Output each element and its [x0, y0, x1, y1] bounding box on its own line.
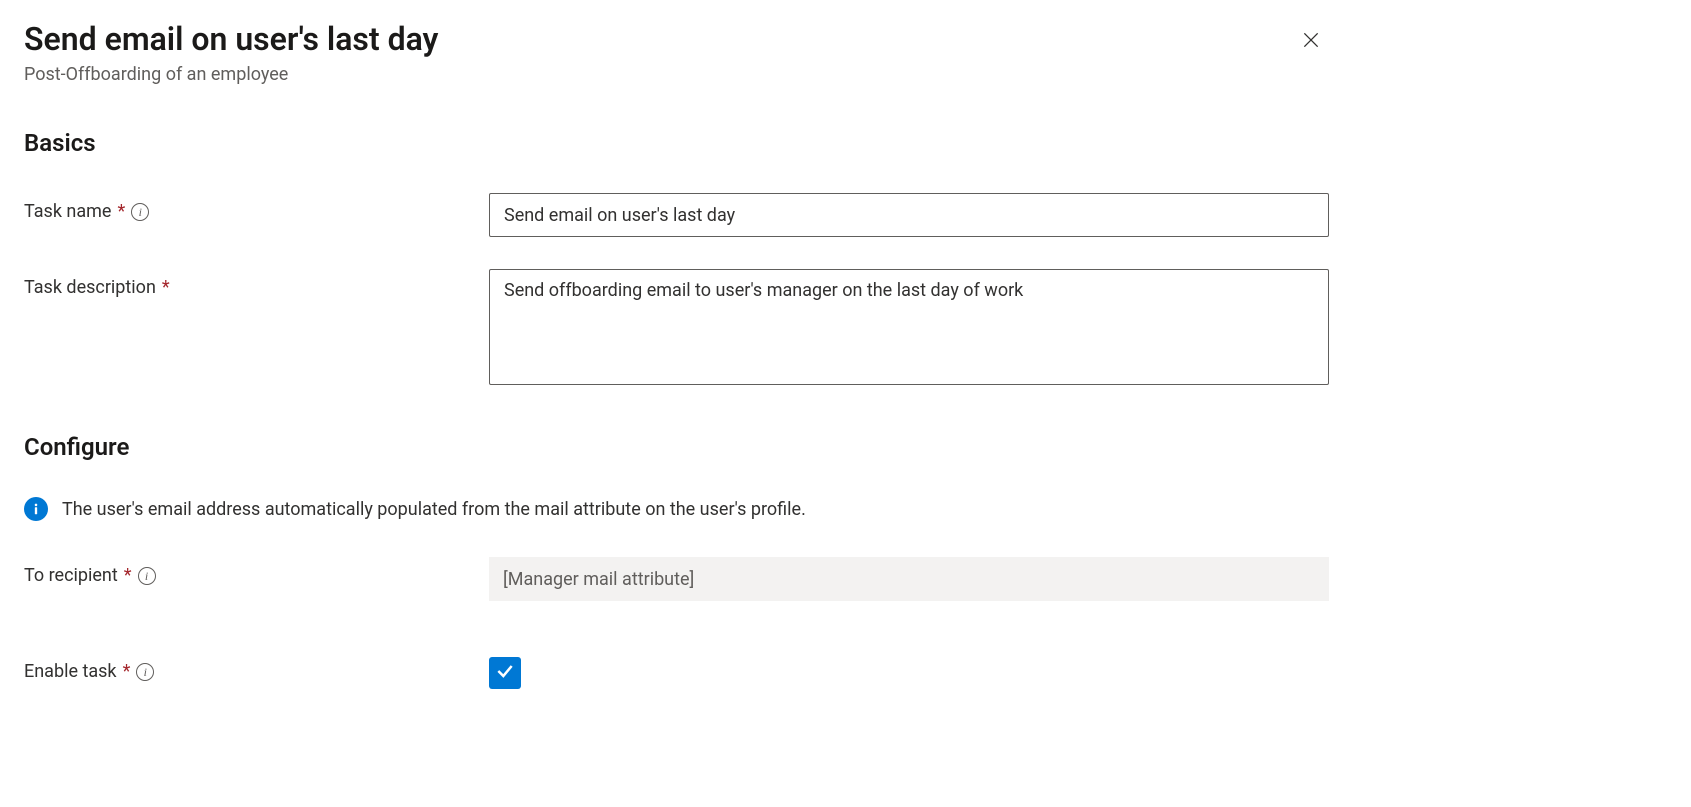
close-icon — [1301, 38, 1321, 53]
info-message-text: The user's email address automatically p… — [62, 499, 806, 520]
task-description-input[interactable] — [489, 269, 1329, 385]
info-icon[interactable]: i — [138, 567, 156, 585]
enable-task-label: Enable task — [24, 661, 117, 682]
enable-task-checkbox[interactable] — [489, 657, 521, 689]
check-icon — [495, 661, 515, 685]
task-name-label: Task name — [24, 201, 111, 222]
required-indicator: * — [117, 201, 125, 222]
info-badge-icon — [24, 497, 48, 521]
task-description-label: Task description — [24, 277, 156, 298]
section-configure-heading: Configure — [24, 433, 1667, 461]
close-button[interactable] — [1295, 24, 1327, 59]
required-indicator: * — [124, 565, 132, 586]
to-recipient-label: To recipient — [24, 565, 118, 586]
page-subtitle: Post-Offboarding of an employee — [24, 64, 1295, 85]
section-basics-heading: Basics — [24, 129, 1667, 157]
info-icon[interactable]: i — [131, 203, 149, 221]
info-icon[interactable]: i — [136, 663, 154, 681]
to-recipient-input: [Manager mail attribute] — [489, 557, 1329, 601]
task-name-input[interactable] — [489, 193, 1329, 237]
page-title: Send email on user's last day — [24, 20, 1295, 58]
required-indicator: * — [123, 661, 131, 682]
required-indicator: * — [162, 277, 170, 298]
